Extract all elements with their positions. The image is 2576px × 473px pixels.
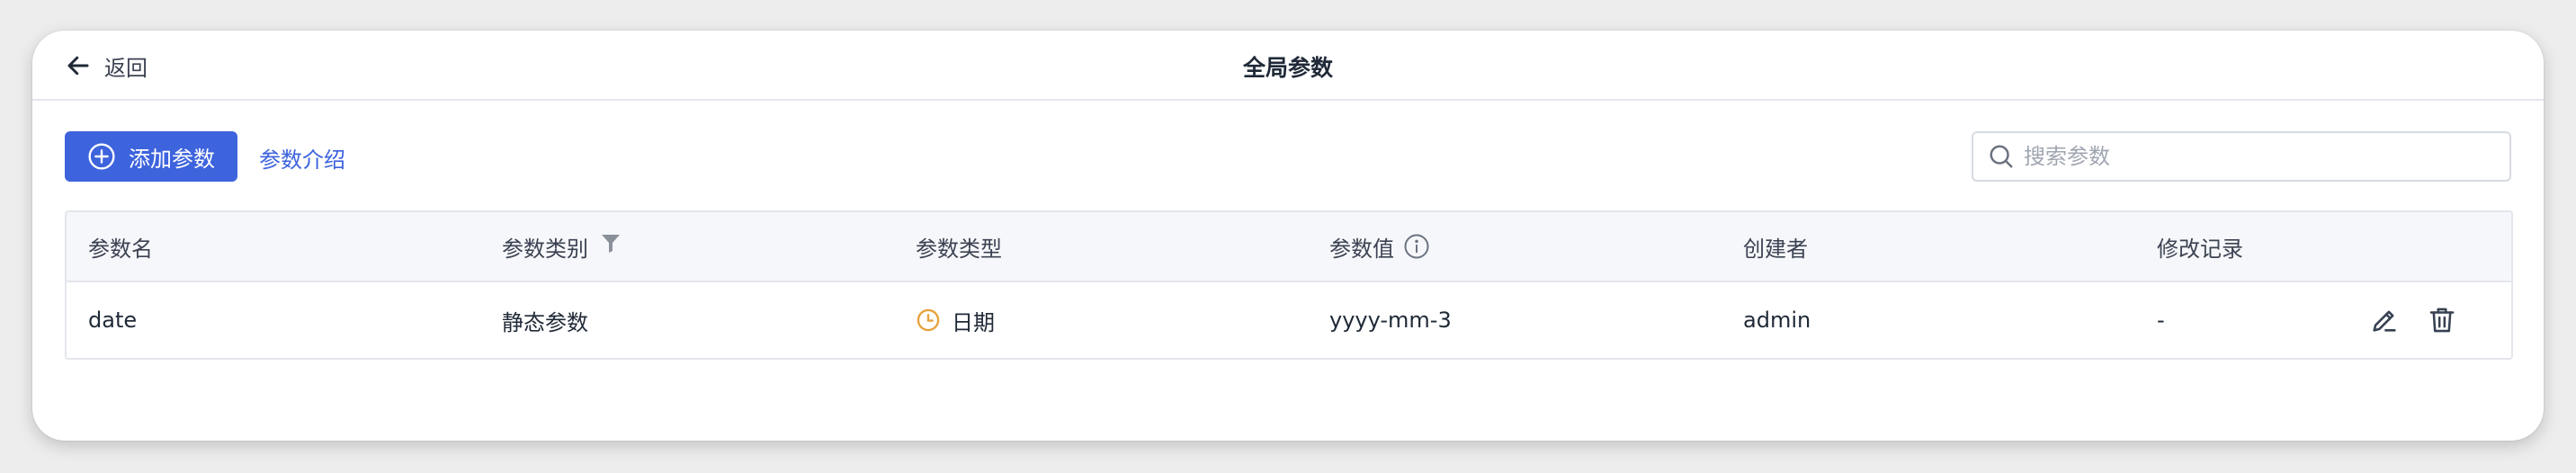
trash-icon[interactable] bbox=[2427, 305, 2457, 335]
column-header-creator: 创建者 bbox=[1743, 236, 1808, 262]
filter-icon[interactable] bbox=[601, 233, 621, 254]
table-row: date 静态参数 日期 yyyy-mm-3 admin - bbox=[67, 282, 2511, 358]
page-title: 全局参数 bbox=[1242, 55, 1333, 81]
cell-param-value: yyyy-mm-3 bbox=[1329, 308, 1452, 333]
clock-icon bbox=[916, 308, 941, 333]
column-header-type: 参数类型 bbox=[916, 236, 1002, 262]
header-bar: 返回 全局参数 bbox=[32, 31, 2544, 101]
cell-creator: admin bbox=[1743, 308, 1811, 333]
add-param-button[interactable]: 添加参数 bbox=[65, 131, 237, 182]
cell-history: - bbox=[2157, 308, 2165, 333]
param-intro-link[interactable]: 参数介绍 bbox=[259, 142, 345, 174]
plus-circle-icon bbox=[87, 142, 116, 171]
column-header-category: 参数类别 bbox=[502, 212, 621, 281]
column-header-name: 参数名 bbox=[88, 236, 153, 262]
column-header-value: 参数值 bbox=[1329, 212, 1430, 281]
table-header: 参数名 参数类别 参数类型 参数值 创建者 修改记录 bbox=[67, 212, 2511, 282]
row-actions bbox=[2369, 282, 2457, 358]
cell-param-name: date bbox=[88, 308, 138, 333]
cell-param-category: 静态参数 bbox=[502, 309, 588, 335]
global-params-panel: 返回 全局参数 添加参数 参数介绍 参数名 参数类别 bbox=[32, 31, 2544, 441]
info-icon[interactable] bbox=[1403, 233, 1430, 260]
add-param-label: 添加参数 bbox=[129, 146, 215, 172]
column-header-history: 修改记录 bbox=[2157, 236, 2243, 262]
search-input[interactable] bbox=[2024, 144, 2491, 169]
search-icon bbox=[1988, 143, 2015, 170]
params-table: 参数名 参数类别 参数类型 参数值 创建者 修改记录 date 静态参数 日期 … bbox=[65, 210, 2513, 360]
search-box[interactable] bbox=[1972, 131, 2511, 182]
cell-param-type: 日期 bbox=[916, 282, 995, 358]
edit-icon[interactable] bbox=[2369, 305, 2400, 335]
